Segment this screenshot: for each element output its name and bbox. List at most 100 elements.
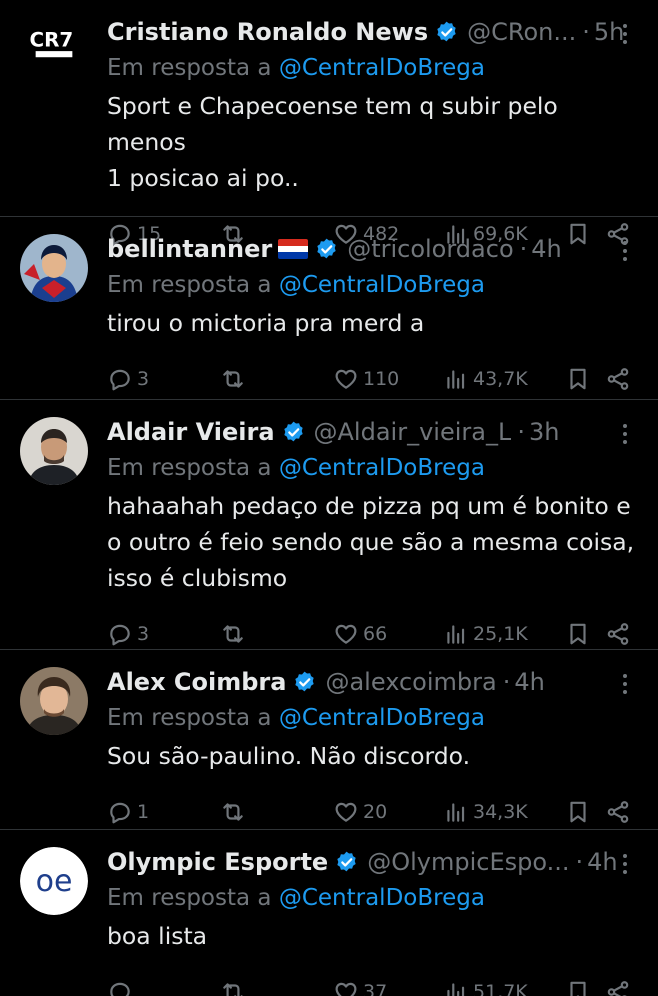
share-button[interactable] bbox=[605, 621, 635, 647]
reply-count: 1 bbox=[137, 801, 150, 823]
reply-text: Sport e Chapecoense tem q subir pelo men… bbox=[107, 92, 558, 192]
views-button[interactable]: 34,3K bbox=[443, 799, 565, 825]
share-icon bbox=[607, 623, 629, 645]
like-button[interactable]: 37 bbox=[333, 979, 443, 996]
separator-dot: · bbox=[502, 668, 511, 696]
action-bar: 1 20 34,3K bbox=[107, 790, 636, 834]
verified-badge-icon bbox=[295, 671, 315, 691]
more-options-icon[interactable] bbox=[620, 424, 630, 444]
reply-button[interactable]: 3 bbox=[107, 621, 220, 647]
timestamp[interactable]: 4h bbox=[587, 848, 617, 876]
author-name[interactable]: Aldair Vieira bbox=[107, 418, 275, 446]
more-options-icon[interactable] bbox=[620, 24, 630, 44]
timestamp[interactable]: 4h bbox=[531, 235, 561, 263]
more-options-icon[interactable] bbox=[620, 854, 630, 874]
reply-item[interactable]: Alex Coimbra @alexcoimbra · 4h Em respos… bbox=[0, 650, 658, 830]
like-count: 37 bbox=[363, 981, 388, 996]
reply-item[interactable]: oe Olympic Esporte @OlympicEspo... · 4h … bbox=[0, 830, 658, 996]
reply-item[interactable]: Aldair Vieira @Aldair_vieira_L · 3h Em r… bbox=[0, 400, 658, 650]
verified-badge-icon bbox=[283, 421, 303, 441]
bookmark-button[interactable] bbox=[565, 366, 605, 392]
reply-button[interactable]: 3 bbox=[107, 366, 220, 392]
author-handle[interactable]: @OlympicEspo... bbox=[367, 848, 569, 876]
views-icon bbox=[447, 983, 465, 996]
verified-badge-icon bbox=[437, 21, 456, 41]
action-bar: 3 110 43,7K bbox=[107, 357, 636, 401]
share-button[interactable] bbox=[605, 979, 635, 996]
avatar[interactable] bbox=[20, 234, 88, 302]
avatar-logo-text: oe bbox=[36, 864, 73, 899]
author-handle[interactable]: @CRon... bbox=[467, 18, 576, 46]
retweet-icon bbox=[223, 983, 243, 996]
verified-badge-icon bbox=[317, 238, 336, 258]
like-button[interactable]: 66 bbox=[333, 621, 443, 647]
retweet-button[interactable] bbox=[220, 366, 333, 392]
avatar[interactable]: CR7 bbox=[28, 19, 80, 71]
reply-count: 3 bbox=[137, 623, 150, 645]
avatar[interactable] bbox=[20, 667, 88, 735]
author-name[interactable]: bellintanner bbox=[107, 235, 272, 263]
timestamp[interactable]: 4h bbox=[514, 668, 544, 696]
retweet-icon bbox=[223, 370, 243, 388]
share-icon bbox=[607, 801, 629, 823]
author-name[interactable]: Alex Coimbra bbox=[107, 668, 286, 696]
mention-link[interactable]: @CentralDoBrega bbox=[279, 455, 485, 481]
mention-link[interactable]: @CentralDoBrega bbox=[279, 55, 485, 81]
reply-icon bbox=[110, 624, 130, 646]
timestamp[interactable]: 3h bbox=[529, 418, 559, 446]
like-count: 66 bbox=[363, 623, 388, 645]
replying-to: Em resposta a @CentralDoBrega bbox=[107, 450, 636, 486]
reply-count: 3 bbox=[137, 368, 150, 390]
reply-button[interactable] bbox=[107, 979, 220, 996]
reply-icon bbox=[110, 369, 130, 391]
retweet-icon bbox=[223, 803, 243, 821]
avatar[interactable]: oe bbox=[20, 847, 88, 915]
share-icon bbox=[607, 368, 629, 390]
mention-link[interactable]: @CentralDoBrega bbox=[279, 272, 485, 298]
retweet-button[interactable] bbox=[220, 799, 333, 825]
author-handle[interactable]: @alexcoimbra bbox=[325, 668, 496, 696]
bookmark-button[interactable] bbox=[565, 979, 605, 996]
replying-to: Em resposta a @CentralDoBrega bbox=[107, 50, 636, 86]
separator-dot: · bbox=[582, 18, 590, 46]
more-options-icon[interactable] bbox=[620, 241, 630, 261]
share-button[interactable] bbox=[605, 366, 635, 392]
replying-prefix: Em resposta a bbox=[107, 55, 272, 81]
author-handle[interactable]: @Aldair_vieira_L bbox=[314, 418, 512, 446]
avatar[interactable] bbox=[20, 417, 88, 485]
retweet-button[interactable] bbox=[220, 621, 333, 647]
separator-dot: · bbox=[575, 848, 584, 876]
bookmark-button[interactable] bbox=[565, 799, 605, 825]
author-handle[interactable]: @tricolordaco bbox=[347, 235, 513, 263]
like-button[interactable]: 20 bbox=[333, 799, 443, 825]
share-button[interactable] bbox=[605, 799, 635, 825]
reply-item[interactable]: bellintanner @tricolordaco · 4h Em respo… bbox=[0, 217, 658, 400]
views-count: 25,1K bbox=[473, 623, 528, 645]
reply-button[interactable]: 1 bbox=[107, 799, 220, 825]
views-icon bbox=[447, 370, 465, 389]
reply-item[interactable]: CR7 Cristiano Ronaldo News @CRon... · 5h… bbox=[0, 0, 658, 246]
mention-link[interactable]: @CentralDoBrega bbox=[279, 705, 485, 731]
retweet-icon bbox=[223, 625, 243, 643]
mention-link[interactable]: @CentralDoBrega bbox=[279, 885, 485, 911]
heart-icon bbox=[335, 369, 357, 389]
views-count: 34,3K bbox=[473, 801, 528, 823]
author-name[interactable]: Olympic Esporte bbox=[107, 848, 328, 876]
bookmark-icon bbox=[570, 801, 586, 823]
heart-icon bbox=[335, 982, 357, 996]
bookmark-button[interactable] bbox=[565, 621, 605, 647]
like-button[interactable]: 110 bbox=[333, 366, 443, 392]
heart-icon bbox=[335, 802, 357, 822]
bookmark-icon bbox=[570, 368, 586, 390]
views-button[interactable]: 43,7K bbox=[443, 366, 565, 392]
replying-to: Em resposta a @CentralDoBrega bbox=[107, 880, 636, 916]
views-button[interactable]: 25,1K bbox=[443, 621, 565, 647]
views-icon bbox=[447, 803, 465, 822]
views-button[interactable]: 51,7K bbox=[443, 979, 565, 996]
more-options-icon[interactable] bbox=[620, 674, 630, 694]
reply-text: tirou o mictoria pra merd a bbox=[107, 309, 425, 337]
replying-prefix: Em resposta a bbox=[107, 272, 272, 298]
retweet-button[interactable] bbox=[220, 979, 333, 996]
author-name[interactable]: Cristiano Ronaldo News bbox=[107, 18, 428, 46]
like-count: 110 bbox=[363, 368, 400, 390]
